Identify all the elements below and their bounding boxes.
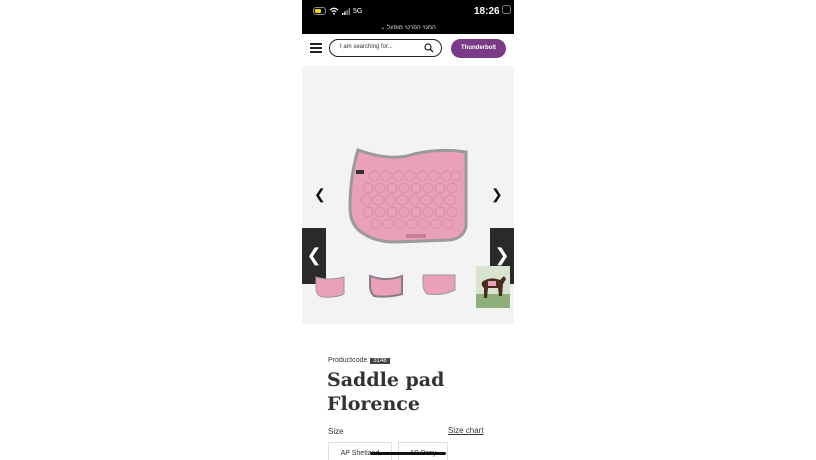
private-relay-text: המנוי הפרטי מופעל	[386, 25, 436, 31]
signal-icon	[342, 7, 350, 15]
status-time: 18:26	[474, 6, 500, 17]
thumbnail-horse[interactable]	[476, 266, 510, 308]
thumbnail-1[interactable]	[314, 274, 346, 300]
product-code-badge: 3148	[370, 358, 390, 364]
status-right-icon	[502, 5, 511, 14]
product-title: Saddle pad Florence	[327, 369, 445, 415]
chevron-down-icon: ⌄	[380, 25, 386, 31]
product-code: Productcode 3148	[328, 357, 390, 364]
search-icon[interactable]	[424, 43, 434, 53]
chevron-left-icon[interactable]: ❮	[314, 186, 326, 203]
search-placeholder: I am searching for...	[340, 44, 393, 50]
product-code-label: Productcode	[328, 357, 368, 364]
size-option-ap-pony[interactable]: AP Pony	[398, 442, 448, 460]
search-input[interactable]: I am searching for...	[329, 39, 442, 57]
product-gallery: ❮ ❯ ❮ ❯	[302, 66, 514, 324]
wifi-icon	[329, 7, 339, 15]
home-indicator[interactable]	[370, 452, 446, 455]
battery-icon	[313, 7, 326, 15]
site-header: I am searching for... Thunderbolt	[302, 34, 514, 67]
size-option-ap-shetland[interactable]: AP Shetland	[328, 442, 392, 460]
hamburger-menu-icon[interactable]	[310, 43, 322, 53]
private-relay-notice[interactable]: ⌄ המנוי הפרטי מופעל	[302, 24, 514, 31]
chevron-right-icon[interactable]: ❯	[491, 186, 503, 203]
product-info: Productcode 3148 Saddle pad Florence Size…	[302, 324, 514, 460]
thumbnail-2[interactable]	[368, 274, 404, 300]
thunderbolt-button[interactable]: Thunderbolt	[451, 39, 506, 58]
status-icons: 5G	[313, 7, 362, 15]
size-chart-link[interactable]: Size chart	[448, 426, 484, 435]
network-label: 5G	[353, 7, 363, 15]
main-product-image[interactable]	[346, 146, 468, 246]
size-label: Size	[328, 427, 344, 436]
phone-screen: 5G 18:26 ⌄ המנוי הפרטי מופעל I am search…	[302, 0, 514, 460]
thumbnail-3[interactable]	[421, 272, 457, 298]
status-bar: 5G 18:26 ⌄ המנוי הפרטי מופעל	[302, 0, 514, 34]
